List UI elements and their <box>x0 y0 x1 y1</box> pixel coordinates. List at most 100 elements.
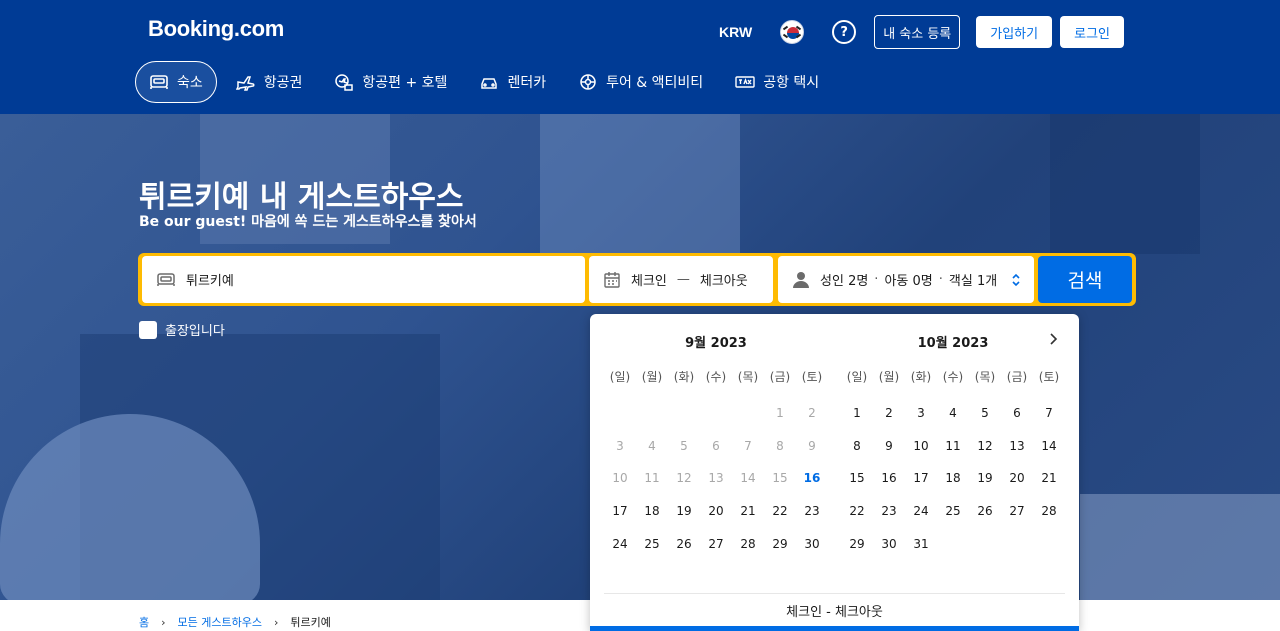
checkin-label: 체크인 <box>631 274 667 289</box>
calendar-day[interactable]: 12 <box>969 430 1001 463</box>
business-trip-label: 출장입니다 <box>165 324 225 339</box>
search-button[interactable]: 검색 <box>1038 256 1132 303</box>
chevron-updown-icon <box>1012 273 1020 286</box>
page-subtitle: Be our guest! 마음에 쏙 드는 게스트하우스를 찾아서 <box>139 214 477 230</box>
weekday-header: (수) <box>705 370 727 384</box>
calendar-day[interactable]: 25 <box>937 495 969 528</box>
calendar-day[interactable]: 5 <box>969 397 1001 430</box>
calendar-day[interactable]: 13 <box>1001 430 1033 463</box>
calendar-day[interactable]: 29 <box>841 527 873 560</box>
calendar-day[interactable]: 4 <box>937 397 969 430</box>
calendar-day[interactable]: 2 <box>873 397 905 430</box>
calendar-day[interactable]: 17 <box>604 495 636 528</box>
separator-dot: · <box>938 272 943 287</box>
list-property-button[interactable]: 내 숙소 등록 <box>874 15 961 49</box>
calendar-accent-bar <box>590 626 1079 631</box>
calendar-empty-cell <box>700 397 732 430</box>
calendar-day[interactable]: 25 <box>636 527 668 560</box>
calendar-day[interactable]: 19 <box>668 495 700 528</box>
currency-selector[interactable]: KRW <box>719 24 752 40</box>
background-frame <box>1050 114 1200 254</box>
calendar-day[interactable]: 24 <box>905 495 937 528</box>
calendar-day[interactable]: 18 <box>636 495 668 528</box>
weekday-header: (토) <box>1038 370 1060 384</box>
south-korea-flag-icon[interactable] <box>780 20 805 44</box>
nav-label: 항공권 <box>263 75 303 91</box>
destination-input[interactable]: 튀르키예 <box>142 256 585 303</box>
calendar-day[interactable]: 28 <box>732 527 764 560</box>
calendar-day[interactable]: 21 <box>732 495 764 528</box>
calendar-day[interactable]: 21 <box>1033 462 1065 495</box>
destination-value: 튀르키예 <box>186 274 234 289</box>
calendar-day[interactable]: 18 <box>937 462 969 495</box>
divider <box>604 593 1065 594</box>
business-trip-checkbox[interactable]: 출장입니다 <box>139 320 225 339</box>
calendar-day[interactable]: 26 <box>668 527 700 560</box>
calendar-day: 13 <box>708 471 724 486</box>
calendar-day[interactable]: 11 <box>937 430 969 463</box>
calendar-empty-cell <box>732 397 764 430</box>
calendar-day[interactable]: 19 <box>969 462 1001 495</box>
calendar-day: 8 <box>776 438 784 453</box>
calendar-day[interactable]: 30 <box>873 527 905 560</box>
nav-item-car-rentals[interactable]: 렌터카 <box>466 61 559 103</box>
help-icon[interactable]: ? <box>832 20 857 44</box>
nav-item-flight-hotel[interactable]: 항공편 + 호텔 <box>321 61 460 103</box>
calendar-day: 12 <box>676 471 692 486</box>
nav-item-attractions[interactable]: 투어 & 액티비티 <box>565 61 716 103</box>
calendar-day[interactable]: 10 <box>905 430 937 463</box>
calendar-day[interactable]: 16 <box>873 462 905 495</box>
breadcrumb-current: 튀르키예 <box>290 616 331 629</box>
calendar-day[interactable]: 30 <box>796 527 828 560</box>
search-bar: 튀르키예 체크인 — 체크아웃 성인 2명 · 아동 0명 · 객실 1개 검색 <box>138 253 1136 306</box>
date-picker-calendar: 9월 2023 10월 2023 (일) (월) (화) (수) (목) (금) (토) 1 2… <box>590 314 1079 631</box>
date-separator: — <box>676 272 690 287</box>
calendar-day[interactable]: 28 <box>1033 495 1065 528</box>
calendar-day[interactable]: 20 <box>1001 462 1033 495</box>
booking-logo[interactable]: Booking.com <box>148 16 284 42</box>
occupancy-field[interactable]: 성인 2명 · 아동 0명 · 객실 1개 <box>778 256 1034 303</box>
calendar-day[interactable]: 24 <box>604 527 636 560</box>
breadcrumb-home[interactable]: 홈 <box>139 614 149 630</box>
checkbox[interactable] <box>139 320 157 339</box>
calendar-day[interactable]: 23 <box>873 495 905 528</box>
calendar-day[interactable]: 23 <box>796 495 828 528</box>
calendar-day[interactable]: 27 <box>700 527 732 560</box>
nav-label: 렌터카 <box>507 75 547 91</box>
product-nav: 숙소 항공권 항공편 + 호텔 렌터카 투어 & 액티비티 공항 택시 <box>135 61 838 103</box>
calendar-day[interactable]: 1 <box>841 397 873 430</box>
calendar-day[interactable]: 29 <box>764 527 796 560</box>
person-icon <box>793 271 809 288</box>
weekday-header: (일) <box>609 370 631 384</box>
bed-icon <box>157 272 175 286</box>
calendar-day[interactable]: 26 <box>969 495 1001 528</box>
nav-item-stays[interactable]: 숙소 <box>135 61 217 103</box>
calendar-day: 5 <box>680 438 688 453</box>
breadcrumb-all-guesthouses[interactable]: 모든 게스트하우스 <box>178 614 262 630</box>
register-button[interactable]: 가입하기 <box>976 16 1053 48</box>
breadcrumb-separator: › <box>161 615 166 629</box>
weekday-header: (토) <box>801 370 823 384</box>
calendar-day[interactable]: 22 <box>764 495 796 528</box>
calendar-day[interactable]: 17 <box>905 462 937 495</box>
chevron-right-icon[interactable] <box>1046 332 1060 346</box>
weekday-header: (목) <box>737 370 759 384</box>
calendar-day[interactable]: 27 <box>1001 495 1033 528</box>
calendar-day[interactable]: 9 <box>873 430 905 463</box>
calendar-day[interactable]: 6 <box>1001 397 1033 430</box>
date-picker-field[interactable]: 체크인 — 체크아웃 <box>589 256 773 303</box>
calendar-day[interactable]: 31 <box>905 527 937 560</box>
calendar-day[interactable]: 3 <box>905 397 937 430</box>
calendar-day[interactable]: 14 <box>1033 430 1065 463</box>
nav-item-flights[interactable]: 항공권 <box>223 61 316 103</box>
calendar-day[interactable]: 8 <box>841 430 873 463</box>
nav-item-airport-taxis[interactable]: 공항 택시 <box>722 61 832 103</box>
login-button[interactable]: 로그인 <box>1060 16 1124 48</box>
car-icon <box>481 78 498 89</box>
calendar-day[interactable]: 15 <box>841 462 873 495</box>
calendar-day[interactable]: 20 <box>700 495 732 528</box>
month-grid: (일) (월) (화) (수) (목) (금) (토) 1 2 3 4 5 6 7 8 9 10 11 12 13 14… <box>841 364 1065 560</box>
calendar-day[interactable]: 7 <box>1033 397 1065 430</box>
calendar-day[interactable]: 22 <box>841 495 873 528</box>
calendar-day[interactable]: 16 <box>796 462 828 495</box>
